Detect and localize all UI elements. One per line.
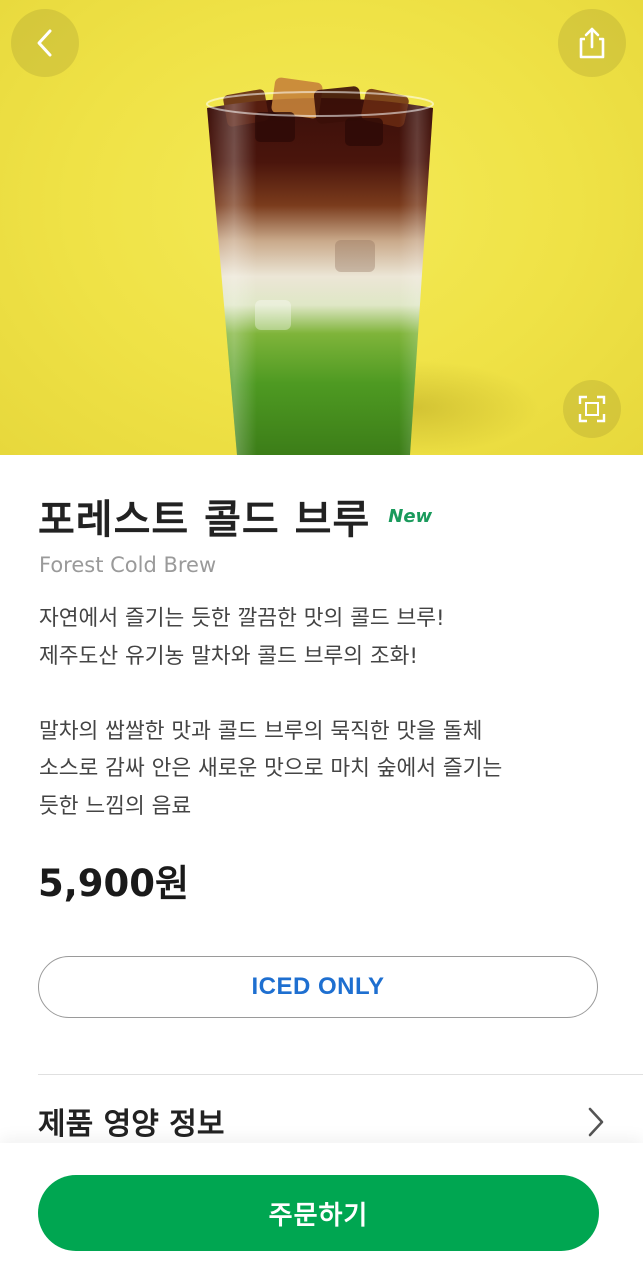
chevron-right-icon (584, 1102, 608, 1142)
temperature-option-button[interactable]: ICED ONLY (38, 956, 598, 1018)
bottom-order-bar: 주문하기 (0, 1143, 643, 1273)
product-english-name: Forest Cold Brew (39, 553, 217, 577)
product-description: 자연에서 즐기는 듯한 깔끔한 맛의 콜드 브루! 제주도산 유기농 말차와 콜… (39, 600, 609, 825)
description-line: 제주도산 유기농 말차와 콜드 브루의 조화! (39, 643, 419, 669)
drink-illustration (206, 77, 434, 455)
description-line: 듯한 느낌의 음료 (39, 793, 192, 819)
chevron-left-icon (37, 29, 52, 57)
description-gap (39, 675, 609, 713)
description-line: 자연에서 즐기는 듯한 깔끔한 맛의 콜드 브루! (39, 606, 445, 631)
order-button[interactable]: 주문하기 (38, 1175, 599, 1251)
expand-icon (578, 395, 606, 423)
back-button[interactable] (11, 9, 79, 77)
new-badge: New (388, 506, 433, 527)
description-line: 소스로 감싸 안은 새로운 맛으로 마치 숲에서 즐기는 (39, 756, 503, 781)
description-line: 말차의 쌉쌀한 맛과 콜드 브루의 묵직한 맛을 돌체 (39, 718, 483, 744)
product-price: 5,900원 (38, 862, 190, 905)
product-name: 포레스트 콜드 브루 (38, 497, 371, 543)
share-button[interactable] (558, 9, 626, 77)
share-icon (579, 27, 605, 59)
product-title-row: 포레스트 콜드 브루 New (38, 492, 432, 548)
section-divider (38, 1074, 643, 1075)
product-image (0, 0, 643, 455)
zoom-button[interactable] (563, 380, 621, 438)
